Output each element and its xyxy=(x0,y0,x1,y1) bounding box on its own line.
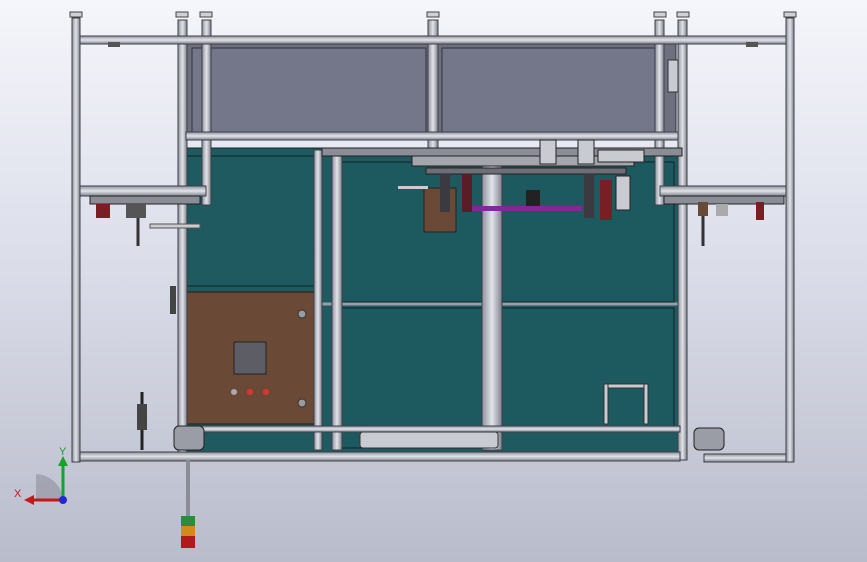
machine-assembly-drawing: Y X xyxy=(14,11,797,548)
top-leveling-feet xyxy=(69,11,797,18)
coordinate-triad: Y X xyxy=(14,446,68,505)
electrical-cabinet xyxy=(170,286,315,425)
x-axis-label: X xyxy=(14,488,22,500)
z-axis-dot xyxy=(59,496,67,504)
y-axis-label: Y xyxy=(59,446,67,458)
cad-viewport[interactable]: Y X xyxy=(0,0,867,562)
tower-light xyxy=(181,460,195,548)
